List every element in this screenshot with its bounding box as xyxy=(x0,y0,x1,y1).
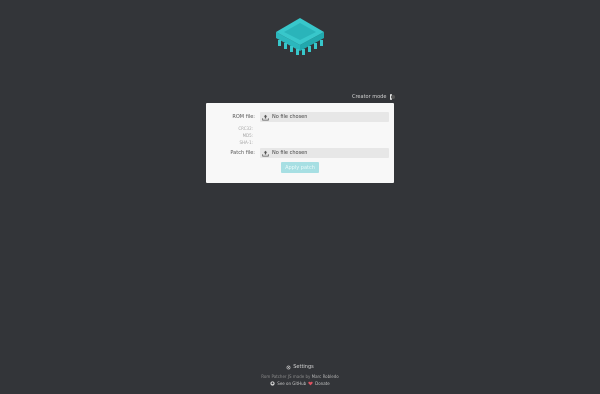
credit-line: Rom Patcher JS made by Marc Robledo xyxy=(0,374,600,379)
toggle-knob xyxy=(391,95,396,99)
crc32-label: CRC32: xyxy=(238,126,253,131)
sha1-label: SHA-1: xyxy=(239,140,253,145)
settings-label: Settings xyxy=(293,364,314,370)
footer-links: See on GitHub Donate xyxy=(0,381,600,386)
settings-link[interactable]: Settings xyxy=(0,364,600,370)
creator-mode-row: Creator mode xyxy=(352,92,396,102)
patch-panel: ROM file: No file chosen CRC32: MD5: SHA… xyxy=(206,103,394,183)
md5-label: MD5: xyxy=(242,133,253,138)
patch-file-value: No file chosen xyxy=(272,150,308,156)
app-name-label: Rom Patcher JS xyxy=(261,374,292,379)
upload-icon xyxy=(262,150,269,157)
rom-file-input[interactable]: No file chosen xyxy=(260,112,389,122)
apply-patch-button[interactable]: Apply patch xyxy=(281,162,319,173)
patch-file-row: Patch file: No file chosen xyxy=(206,148,394,158)
rom-file-value: No file chosen xyxy=(272,114,308,120)
author-link[interactable]: Marc Robledo xyxy=(312,374,339,379)
creator-mode-label: Creator mode xyxy=(352,94,387,100)
heart-icon xyxy=(308,381,313,386)
rom-file-row: ROM file: No file chosen xyxy=(206,112,394,122)
patch-file-label: Patch file: xyxy=(230,150,255,156)
github-link[interactable]: See on GitHub xyxy=(277,381,306,386)
upload-icon xyxy=(262,114,269,121)
donate-link[interactable]: Donate xyxy=(315,381,330,386)
rom-patcher-page: Creator mode ROM file: No file chosen CR… xyxy=(0,0,600,394)
app-logo-icon xyxy=(276,18,324,55)
made-by-label: made by xyxy=(292,374,311,379)
patch-file-input[interactable]: No file chosen xyxy=(260,148,389,158)
rom-file-label: ROM file: xyxy=(232,114,255,120)
github-icon xyxy=(270,381,275,386)
gear-icon xyxy=(286,365,291,369)
checksum-list: CRC32: MD5: SHA-1: xyxy=(238,125,253,146)
creator-mode-toggle[interactable] xyxy=(390,94,396,100)
